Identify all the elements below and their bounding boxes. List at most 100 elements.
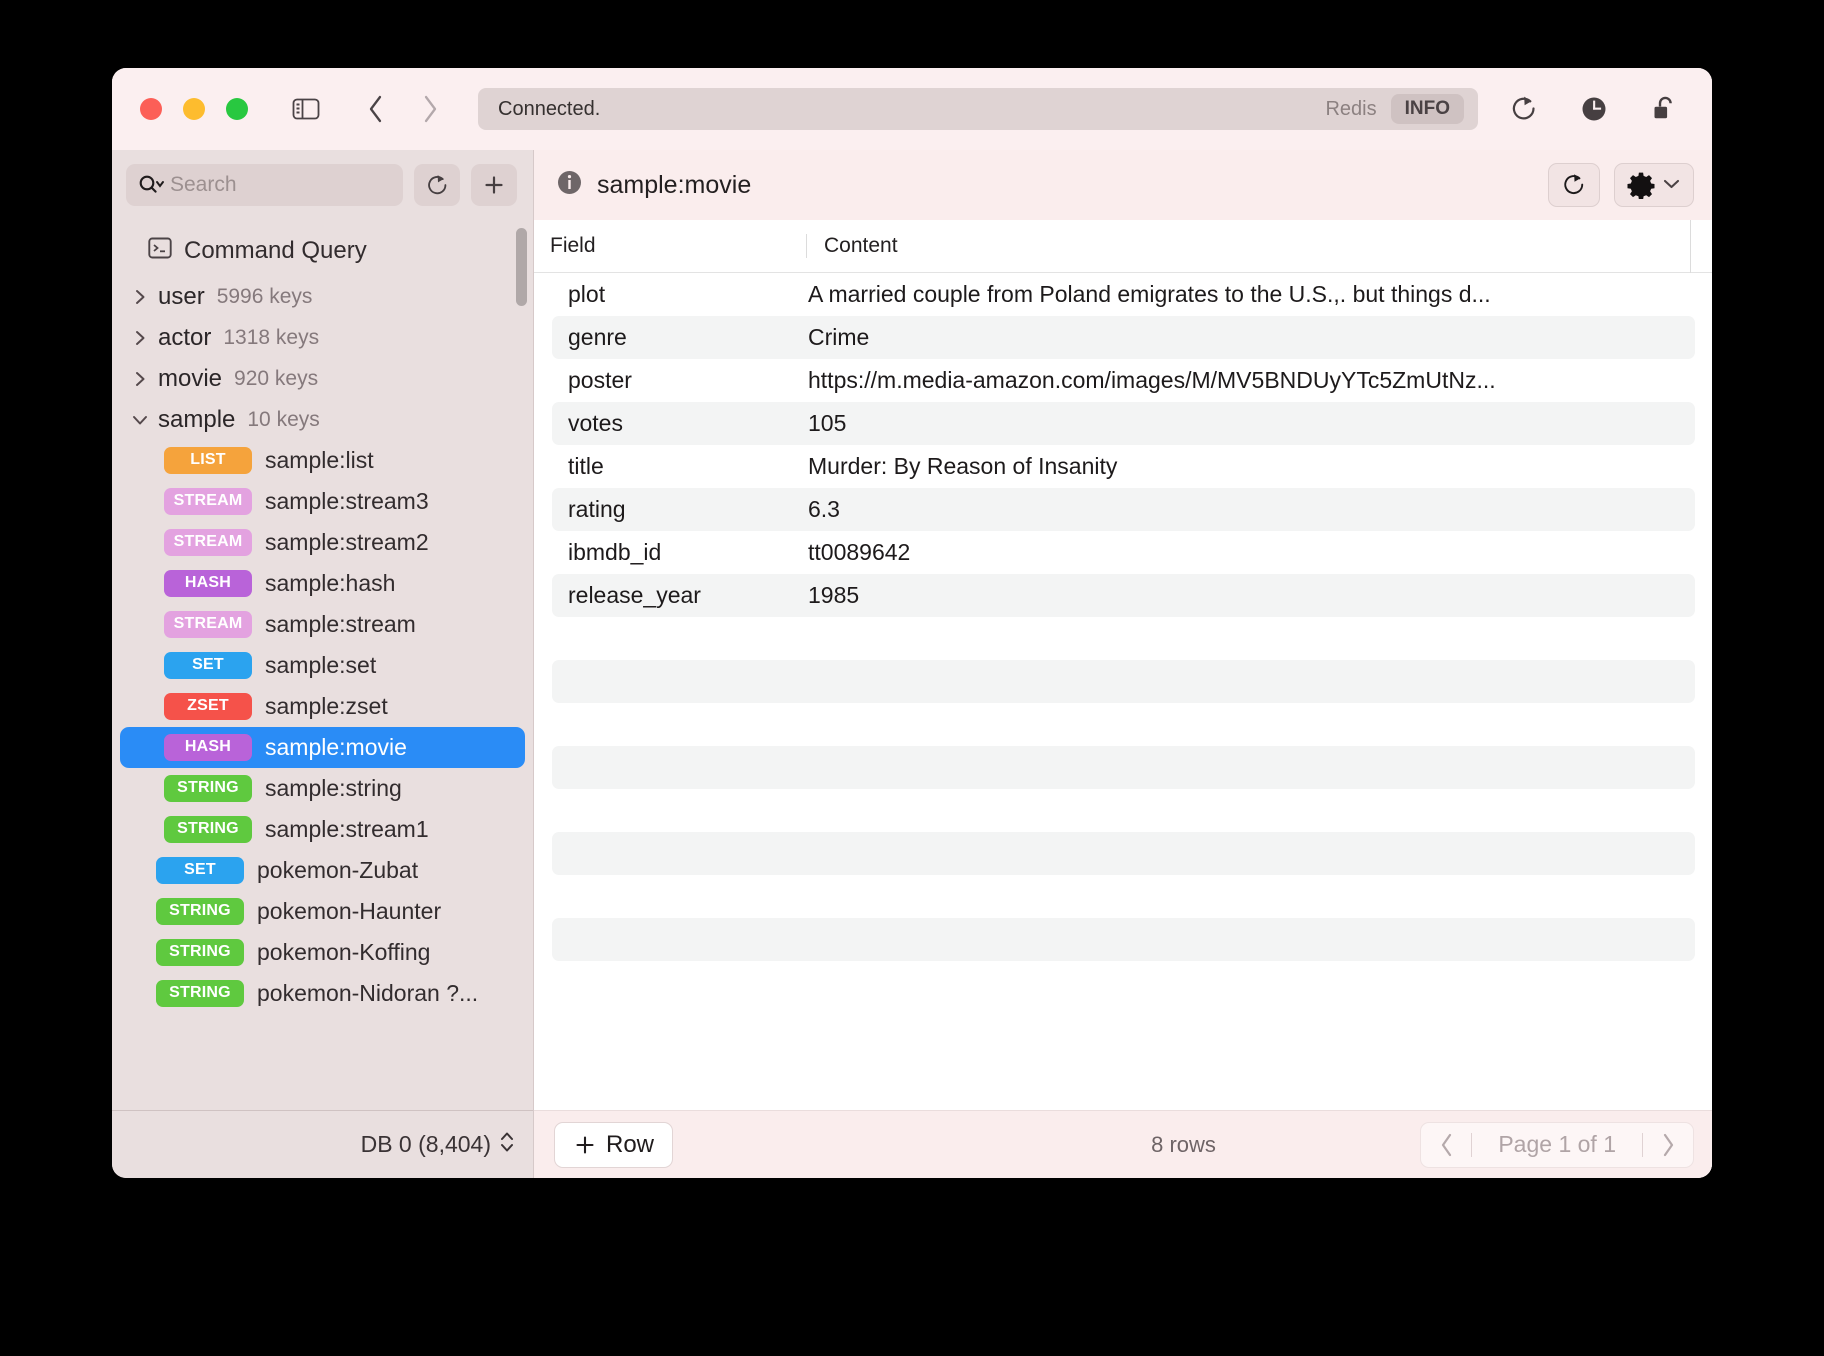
search-input[interactable]: Search [126, 164, 403, 206]
cell-field[interactable]: votes [552, 410, 808, 437]
cell-content[interactable]: Murder: By Reason of Insanity [808, 453, 1695, 480]
plus-icon [576, 1135, 594, 1154]
command-query-item[interactable]: Command Query [112, 226, 533, 276]
chevron-down-icon [1662, 177, 1681, 193]
table-row[interactable]: release_year 1985 [552, 574, 1695, 617]
table-row[interactable]: ibmdb_id tt0089642 [552, 531, 1695, 574]
tree-group-user[interactable]: user 5996 keys [112, 276, 533, 317]
key-list-item[interactable]: STRING sample:stream1 [120, 809, 525, 850]
key-list-item[interactable]: HASH sample:movie [120, 727, 525, 768]
tree-group-sample[interactable]: sample 10 keys [112, 399, 533, 440]
chevron-down-icon[interactable] [130, 413, 150, 427]
tree-group-actor[interactable]: actor 1318 keys [112, 317, 533, 358]
key-tree[interactable]: Command Query user 5996 keys actor 1318 key… [112, 220, 533, 1110]
sidebar-toggle-icon[interactable] [284, 87, 328, 131]
unlock-icon[interactable] [1642, 87, 1686, 131]
reload-button[interactable] [1548, 163, 1600, 207]
pagination-control: Page 1 of 1 [1420, 1121, 1694, 1168]
close-button[interactable] [140, 98, 162, 120]
tree-group-movie[interactable]: movie 920 keys [112, 358, 533, 399]
cell-field[interactable]: plot [552, 281, 808, 308]
table-row[interactable]: poster https://m.media-amazon.com/images/… [552, 359, 1695, 402]
settings-button[interactable] [1614, 163, 1694, 207]
chevron-right-icon[interactable] [130, 370, 150, 388]
chevron-right-icon[interactable] [130, 288, 150, 306]
status-field[interactable]: Connected. Redis INFO [478, 88, 1478, 130]
cell-content[interactable]: tt0089642 [808, 539, 1695, 566]
cell-content[interactable]: Crime [808, 324, 1695, 351]
sidebar: Search Command Query user 5996 keys acto… [112, 150, 534, 1178]
cell-content[interactable]: A married couple from Poland emigrates t… [808, 281, 1695, 308]
sidebar-refresh-button[interactable] [414, 164, 460, 206]
prev-page-button[interactable] [1421, 1122, 1471, 1168]
table-row[interactable]: genre Crime [552, 316, 1695, 359]
key-name-label: pokemon-Haunter [257, 898, 442, 924]
key-list-item[interactable]: STREAM sample:stream3 [120, 481, 525, 522]
table-row[interactable]: plot A married couple from Poland emigrat… [552, 273, 1695, 316]
key-list-item[interactable]: SET pokemon-Zubat [120, 850, 525, 891]
maximize-button[interactable] [226, 98, 248, 120]
key-name-label: pokemon-Nidoran ?... [257, 980, 479, 1006]
titlebar-actions [1502, 87, 1686, 131]
key-list-item[interactable]: STRING pokemon-Haunter [120, 891, 525, 932]
main-header-actions [1548, 163, 1694, 207]
key-list-item[interactable]: STREAM sample:stream [120, 604, 525, 645]
key-type-badge: STRING [164, 775, 252, 802]
cell-content[interactable]: https://m.media-amazon.com/images/M/MV5B… [808, 367, 1695, 394]
window-body: Search Command Query user 5996 keys acto… [112, 150, 1712, 1178]
table-row-empty [552, 617, 1695, 660]
key-name-label: sample:stream [265, 611, 416, 637]
key-list-item[interactable]: HASH sample:hash [120, 563, 525, 604]
key-list-item[interactable]: LIST sample:list [120, 440, 525, 481]
cell-field[interactable]: ibmdb_id [552, 539, 808, 566]
add-row-button[interactable]: Row [554, 1121, 674, 1168]
cell-content[interactable]: 6.3 [808, 496, 1695, 523]
cell-field[interactable]: rating [552, 496, 808, 523]
key-list-item[interactable]: ZSET sample:zset [120, 686, 525, 727]
back-button[interactable] [354, 87, 398, 131]
key-list-item[interactable]: STRING pokemon-Koffing [120, 932, 525, 973]
app-window: Connected. Redis INFO Search Command Que… [112, 68, 1712, 1178]
cell-field[interactable]: release_year [552, 582, 808, 609]
forward-button[interactable] [408, 87, 452, 131]
cell-content[interactable]: 105 [808, 410, 1695, 437]
key-list-item[interactable]: SET sample:set [120, 645, 525, 686]
clock-icon[interactable] [1572, 87, 1616, 131]
db-selector-label: DB 0 (8,404) [360, 1131, 491, 1157]
info-icon[interactable] [556, 169, 583, 201]
tree-group-count: 5996 keys [216, 284, 313, 308]
cell-content[interactable]: 1985 [808, 582, 1695, 609]
table-row[interactable]: votes 105 [552, 402, 1695, 445]
minimize-button[interactable] [183, 98, 205, 120]
title-bar: Connected. Redis INFO [112, 68, 1712, 150]
table-row[interactable]: title Murder: By Reason of Insanity [552, 445, 1695, 488]
add-key-button[interactable] [471, 164, 517, 206]
next-page-button[interactable] [1643, 1122, 1693, 1168]
page-indicator: Page 1 of 1 [1498, 1131, 1616, 1157]
column-header-field[interactable]: Field [534, 234, 806, 258]
key-name-label: sample:hash [265, 570, 396, 596]
cell-field[interactable]: genre [552, 324, 808, 351]
main-status-bar: Row 8 rows Page 1 of 1 [534, 1110, 1712, 1178]
refresh-icon[interactable] [1502, 87, 1546, 131]
search-placeholder: Search [170, 173, 237, 196]
key-name-label: sample:string [265, 775, 402, 801]
column-header-content[interactable]: Content [806, 234, 1690, 258]
table-row[interactable]: rating 6.3 [552, 488, 1695, 531]
group-list: user 5996 keys actor 1318 keys movie 920 keys… [112, 276, 533, 1014]
db-stepper-icon[interactable] [499, 1129, 515, 1160]
sidebar-scrollbar[interactable] [516, 228, 527, 306]
key-type-badge: STRING [164, 816, 252, 843]
cell-field[interactable]: poster [552, 367, 808, 394]
key-list-item[interactable]: STRING pokemon-Nidoran ?... [120, 973, 525, 1014]
page-title: sample:movie [597, 170, 752, 199]
cell-field[interactable]: title [552, 453, 808, 480]
key-list-item[interactable]: STRING sample:string [120, 768, 525, 809]
chevron-right-icon[interactable] [130, 329, 150, 347]
key-type-badge: STRING [156, 939, 244, 966]
key-name-label: sample:stream1 [265, 816, 429, 842]
info-badge[interactable]: INFO [1390, 94, 1464, 124]
table-body[interactable]: plot A married couple from Poland emigrat… [534, 273, 1712, 1110]
tree-group-count: 920 keys [234, 366, 319, 390]
key-list-item[interactable]: STREAM sample:stream2 [120, 522, 525, 563]
